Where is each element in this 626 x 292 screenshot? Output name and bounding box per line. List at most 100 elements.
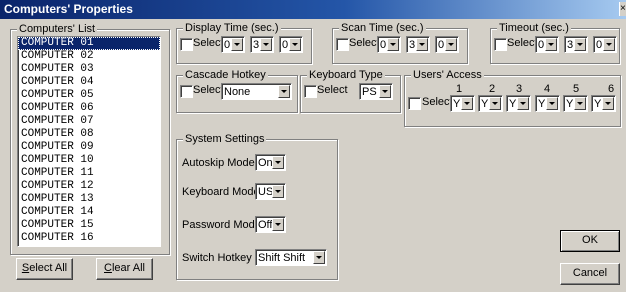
user-column-2: 2 <box>489 83 496 95</box>
user-access-combo-6[interactable]: Y <box>591 95 616 112</box>
timeout-combo-3[interactable]: 0 <box>593 36 617 53</box>
chevron-down-icon[interactable] <box>272 185 284 198</box>
password-mode-value: Off <box>258 219 273 231</box>
chevron-down-icon[interactable] <box>445 38 457 51</box>
autoskip-mode-label: Autoskip Mode <box>182 157 255 169</box>
cascade-hotkey-combo[interactable]: None <box>221 83 292 100</box>
chevron-down-icon[interactable] <box>416 38 428 51</box>
chevron-down-icon[interactable] <box>602 97 614 110</box>
computers-listbox[interactable]: COMPUTER 01 COMPUTER 02 COMPUTER 03 COMPUTE… <box>17 36 161 247</box>
chevron-down-icon[interactable] <box>313 251 325 264</box>
chevron-down-icon[interactable] <box>231 38 243 51</box>
list-item[interactable]: COMPUTER 04 <box>18 76 160 89</box>
list-item[interactable]: COMPUTER 08 <box>18 128 160 141</box>
scan-time-combo-3[interactable]: 0 <box>435 36 459 53</box>
users-access-group: Users' Access 1 2 3 4 5 6 Select Y Y Y Y… <box>404 69 621 127</box>
cascade-hotkey-select-label: Select <box>193 84 224 96</box>
keyboard-type-combo[interactable]: PS <box>359 83 393 100</box>
timeout-group: Timeout (sec.) Select 0 3 0 <box>490 22 620 64</box>
keyboard-type-checkbox[interactable] <box>304 85 317 98</box>
switch-hotkey-value: Shift Shift <box>258 252 306 264</box>
chevron-down-icon[interactable] <box>260 38 272 51</box>
password-mode-combo[interactable]: Off <box>255 216 286 233</box>
display-time-checkbox[interactable] <box>180 38 193 51</box>
chevron-down-icon[interactable] <box>517 97 529 110</box>
list-item[interactable]: COMPUTER 03 <box>18 63 160 76</box>
chevron-down-icon[interactable] <box>545 38 557 51</box>
list-item[interactable]: COMPUTER 06 <box>18 102 160 115</box>
chevron-down-icon[interactable] <box>289 38 301 51</box>
cascade-hotkey-checkbox[interactable] <box>180 85 193 98</box>
title-bar[interactable]: Computers' Properties × <box>0 0 626 19</box>
computers-list-label: Computers' List <box>17 23 98 35</box>
timeout-select-label: Select <box>507 37 538 49</box>
keyboard-mode-combo[interactable]: US <box>255 183 286 200</box>
chevron-down-icon[interactable] <box>546 97 558 110</box>
list-item[interactable]: COMPUTER 05 <box>18 89 160 102</box>
chevron-down-icon[interactable] <box>603 38 615 51</box>
clear-all-mnemonic: C <box>104 262 112 274</box>
user-access-value-3: Y <box>509 98 517 110</box>
scan-time-checkbox[interactable] <box>336 38 349 51</box>
user-access-value-5: Y <box>566 98 574 110</box>
scan-time-combo-2[interactable]: 3 <box>406 36 430 53</box>
user-access-combo-5[interactable]: Y <box>563 95 588 112</box>
display-time-combo-3[interactable]: 0 <box>279 36 303 53</box>
scan-time-combo-1[interactable]: 0 <box>377 36 401 53</box>
scan-time-value-2: 3 <box>409 39 416 51</box>
chevron-down-icon[interactable] <box>387 38 399 51</box>
keyboard-type-group: Keyboard Type Select PS <box>300 69 401 113</box>
close-icon[interactable]: × <box>619 2 626 16</box>
users-access-checkbox[interactable] <box>408 97 421 110</box>
list-item[interactable]: COMPUTER 12 <box>18 180 160 193</box>
list-item[interactable]: COMPUTER 10 <box>18 154 160 167</box>
cancel-label: Cancel <box>572 267 608 279</box>
list-item[interactable]: COMPUTER 13 <box>18 193 160 206</box>
display-time-combo-1[interactable]: 0 <box>221 36 245 53</box>
timeout-combo-1[interactable]: 0 <box>535 36 559 53</box>
cascade-hotkey-group: Cascade Hotkey Select None <box>176 69 298 113</box>
ok-label: OK <box>582 234 598 246</box>
switch-hotkey-combo[interactable]: Shift Shift <box>255 249 327 266</box>
chevron-down-icon[interactable] <box>379 85 391 98</box>
list-item[interactable]: COMPUTER 02 <box>18 50 160 63</box>
list-item[interactable]: COMPUTER 09 <box>18 141 160 154</box>
select-all-label: elect All <box>29 262 68 274</box>
password-mode-label: Password Mode <box>182 219 261 231</box>
list-item[interactable]: COMPUTER 15 <box>18 219 160 232</box>
list-item[interactable]: COMPUTER 14 <box>18 206 160 219</box>
list-item[interactable]: COMPUTER 07 <box>18 115 160 128</box>
clear-all-button[interactable]: Clear All <box>96 258 153 280</box>
cancel-button[interactable]: Cancel <box>560 263 620 285</box>
switch-hotkey-label: Switch Hotkey <box>182 252 252 264</box>
ok-button[interactable]: OK <box>560 230 620 252</box>
user-column-4: 4 <box>544 83 551 95</box>
user-access-combo-1[interactable]: Y <box>450 95 475 112</box>
user-access-combo-3[interactable]: Y <box>506 95 531 112</box>
keyboard-type-label: Keyboard Type <box>307 69 385 81</box>
chevron-down-icon[interactable] <box>278 85 290 98</box>
keyboard-type-value: PS <box>362 86 377 98</box>
list-item[interactable]: COMPUTER 16 <box>18 232 160 245</box>
display-time-combo-2[interactable]: 3 <box>250 36 274 53</box>
user-access-value-2: Y <box>481 98 489 110</box>
scan-time-value-3: 0 <box>438 39 445 51</box>
select-all-button[interactable]: Select All <box>16 258 73 280</box>
list-item[interactable]: COMPUTER 01 <box>18 37 160 50</box>
user-access-combo-2[interactable]: Y <box>478 95 503 112</box>
timeout-value-1: 0 <box>538 39 545 51</box>
cascade-hotkey-label: Cascade Hotkey <box>183 69 268 81</box>
user-access-value-1: Y <box>453 98 461 110</box>
user-access-combo-4[interactable]: Y <box>535 95 560 112</box>
chevron-down-icon[interactable] <box>574 38 586 51</box>
chevron-down-icon[interactable] <box>272 156 284 169</box>
chevron-down-icon[interactable] <box>574 97 586 110</box>
autoskip-mode-combo[interactable]: On <box>255 154 286 171</box>
chevron-down-icon[interactable] <box>272 218 284 231</box>
timeout-combo-2[interactable]: 3 <box>564 36 588 53</box>
users-access-label: Users' Access <box>411 69 484 81</box>
timeout-checkbox[interactable] <box>494 38 507 51</box>
chevron-down-icon[interactable] <box>489 97 501 110</box>
chevron-down-icon[interactable] <box>461 97 473 110</box>
list-item[interactable]: COMPUTER 11 <box>18 167 160 180</box>
